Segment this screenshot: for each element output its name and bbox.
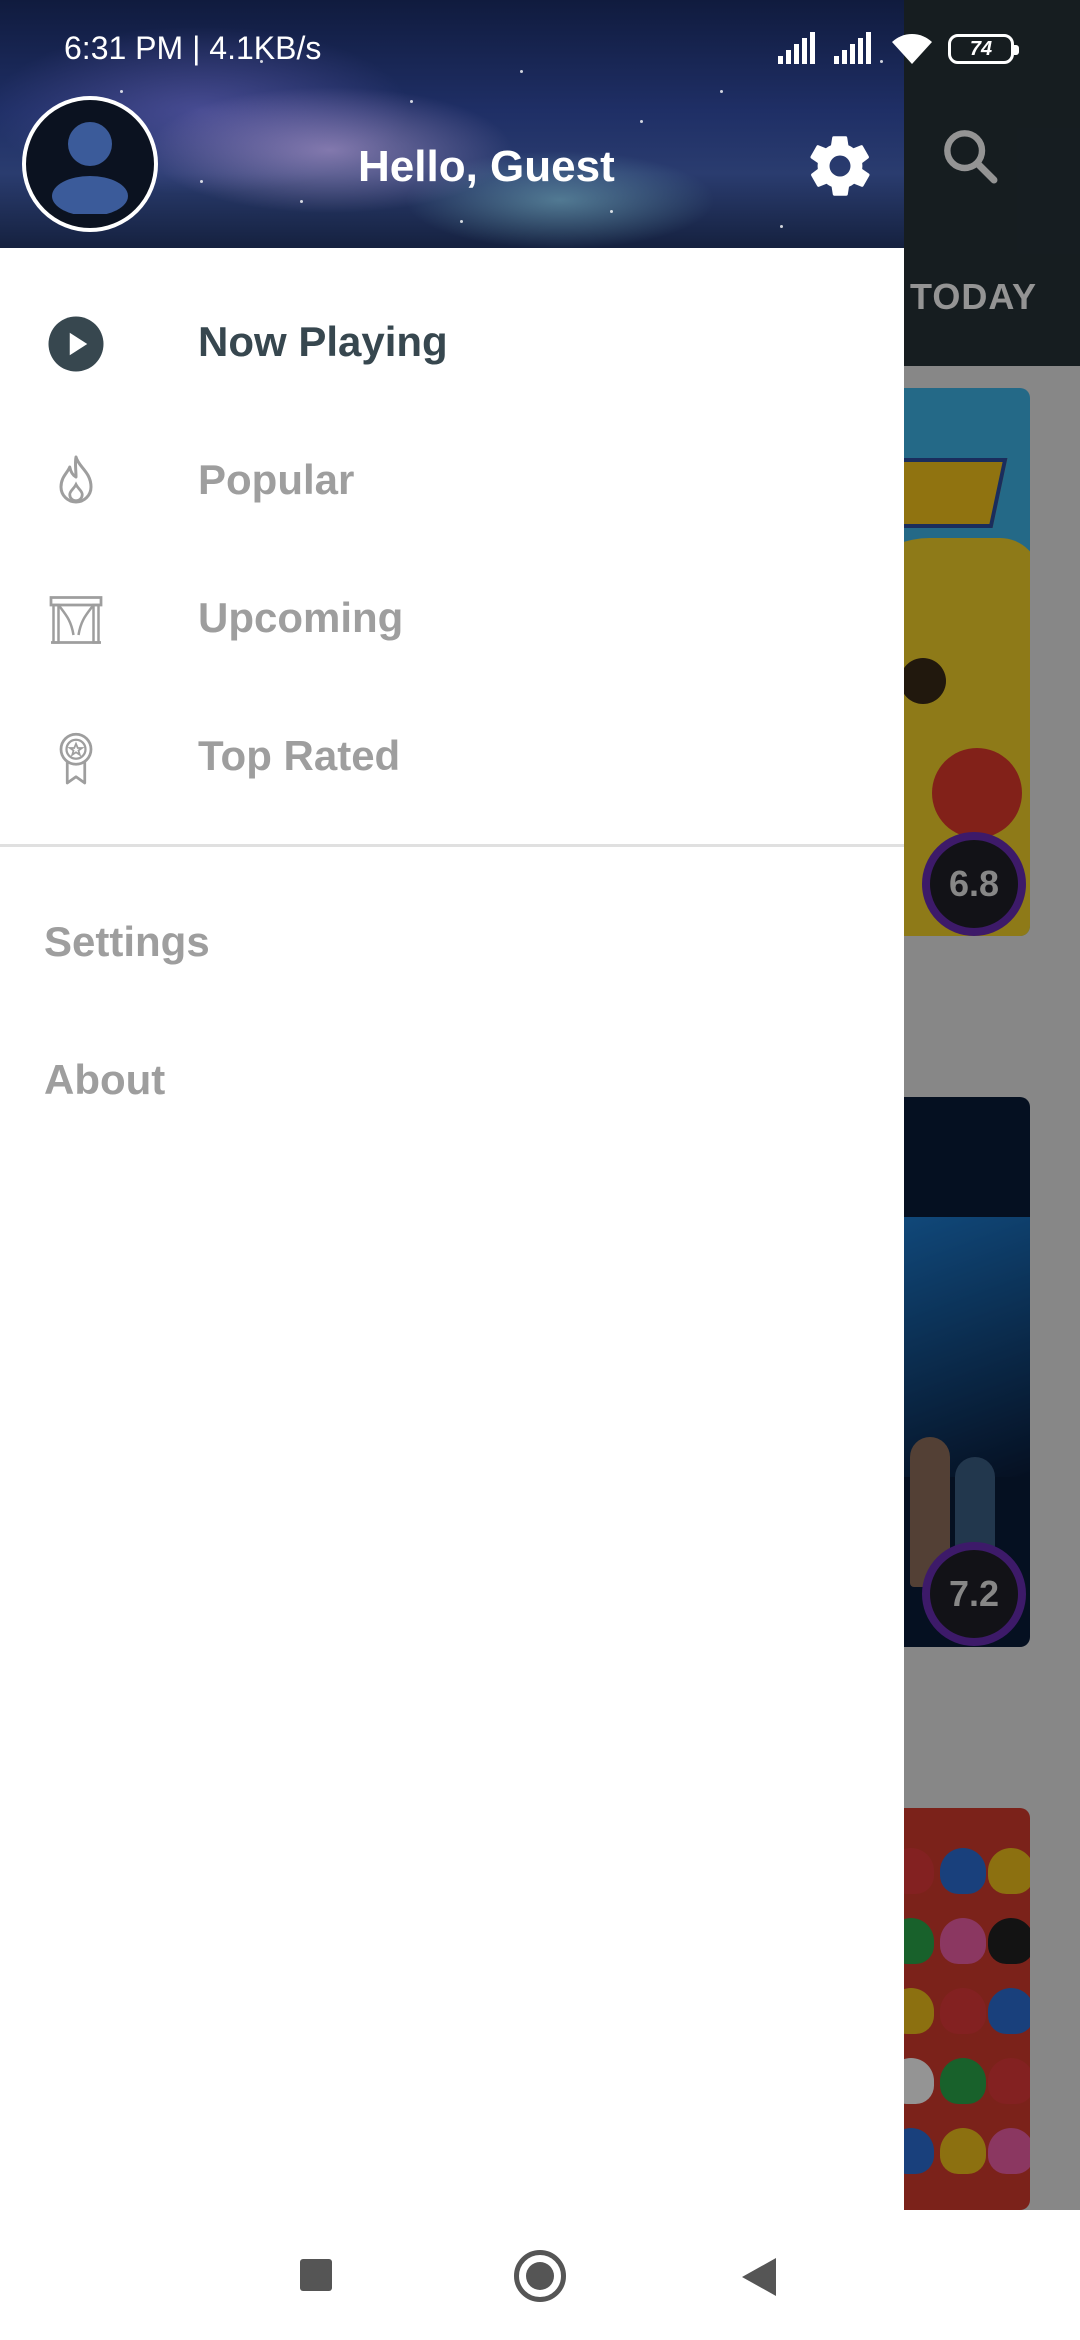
menu-item-upcoming[interactable]: Upcoming <box>0 548 904 686</box>
cell-signal-icon <box>834 32 871 64</box>
menu-item-top-rated[interactable]: Top Rated <box>0 686 904 824</box>
navigation-drawer: Hello, Guest Now Playing Popular Upcomin… <box>0 0 904 2210</box>
menu-item-label: Now Playing <box>198 318 448 365</box>
home-icon <box>526 2262 554 2290</box>
award-ribbon-icon <box>59 732 93 785</box>
menu-item-about[interactable]: About <box>0 1016 904 1136</box>
theater-icon <box>49 596 103 644</box>
screen: TODAY 6.8 7.2 Hello, Guest Now Playing P… <box>0 0 1080 2340</box>
status-time-speed: 6:31 PM | 4.1KB/s <box>64 30 322 66</box>
wifi-icon <box>892 34 932 64</box>
menu-item-popular[interactable]: Popular <box>0 410 904 548</box>
flame-icon <box>59 455 93 504</box>
menu-item-label: Settings <box>44 918 210 965</box>
menu-item-settings[interactable]: Settings <box>0 878 904 998</box>
battery-icon: 74 <box>948 34 1019 64</box>
menu-item-label: Top Rated <box>198 732 401 779</box>
cell-signal-icon <box>778 32 815 64</box>
user-icon <box>52 122 128 214</box>
menu-item-now-playing[interactable]: Now Playing <box>0 272 904 410</box>
gear-icon[interactable] <box>804 130 876 202</box>
menu-item-label: About <box>44 1056 166 1103</box>
divider <box>0 844 904 847</box>
system-nav-bar <box>0 2210 1080 2340</box>
avatar[interactable] <box>22 96 158 232</box>
menu-item-label: Popular <box>198 456 355 503</box>
battery-level: 74 <box>969 37 993 60</box>
recents-button[interactable] <box>300 2259 332 2291</box>
back-button[interactable] <box>742 2258 776 2296</box>
status-bar: 6:31 PM | 4.1KB/s 74 <box>0 0 1080 80</box>
home-button[interactable] <box>514 2250 566 2302</box>
menu-item-label: Upcoming <box>198 594 404 641</box>
play-circle-icon <box>48 316 104 372</box>
greeting-text: Hello, Guest <box>358 142 615 191</box>
